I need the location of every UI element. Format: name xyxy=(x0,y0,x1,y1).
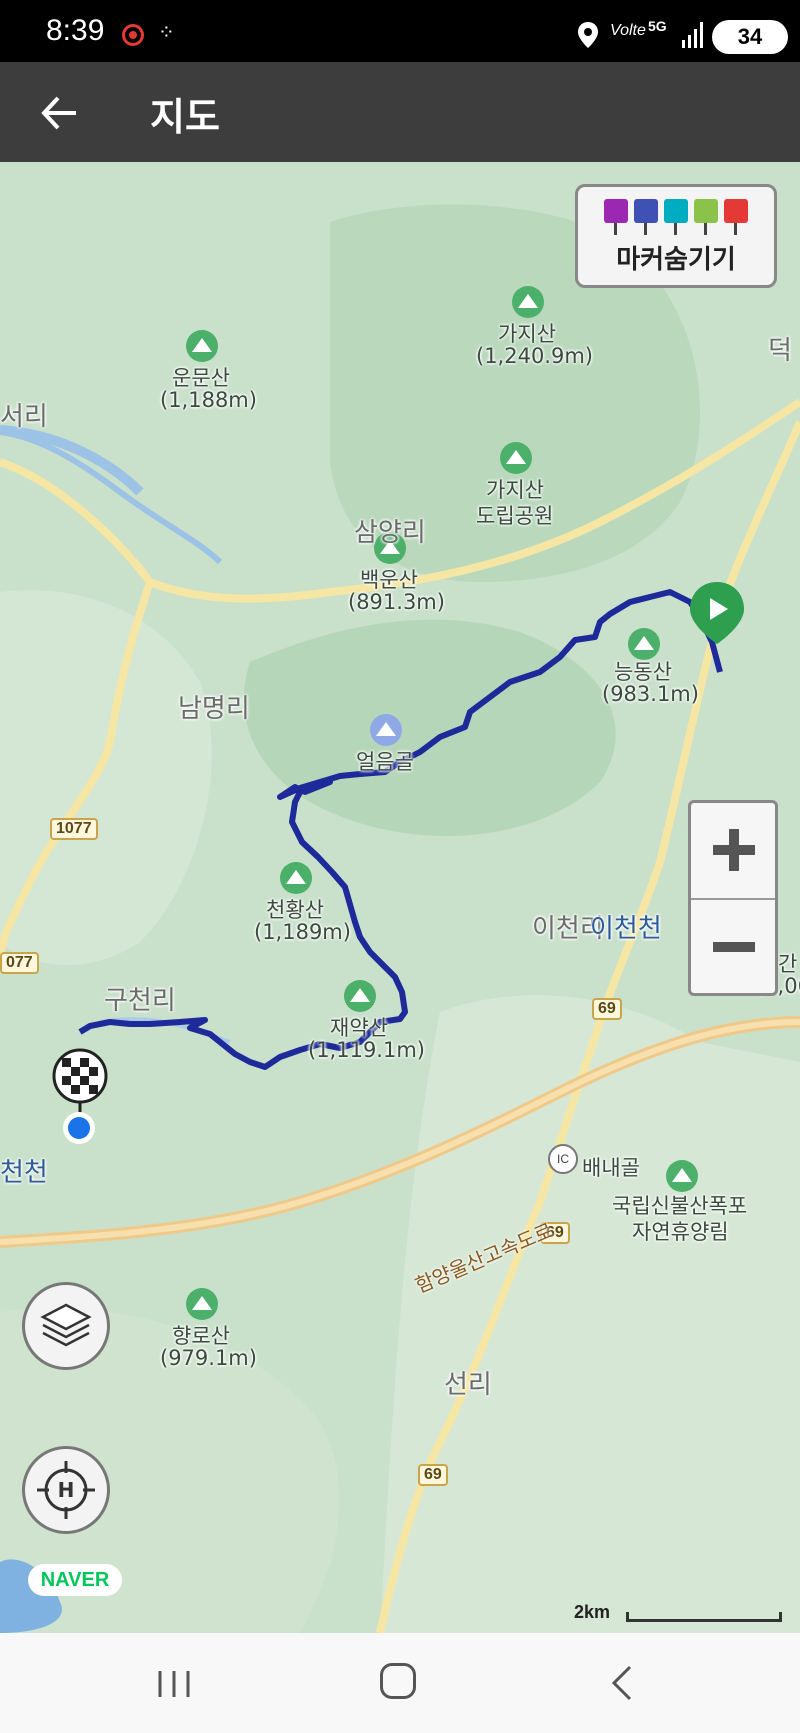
map-view[interactable]: 가지산 (1,240.9m) 운문산 (1,188m) 가지산 도립공원 백운산… xyxy=(0,162,800,1633)
road-number: 077 xyxy=(0,952,39,974)
mountain-height: (983.1m) xyxy=(602,682,699,706)
my-location-button[interactable]: H xyxy=(22,1446,110,1534)
village-label: 구천리 xyxy=(104,986,176,1016)
park-icon xyxy=(500,442,532,474)
memo-icon xyxy=(694,199,718,223)
mountain-icon xyxy=(186,1288,218,1320)
status-time: 8:39 xyxy=(46,14,105,47)
layers-button[interactable] xyxy=(22,1282,110,1370)
forest-icon xyxy=(666,1160,698,1192)
volte-indicator: Volte xyxy=(610,22,646,39)
marker-stem xyxy=(704,223,707,235)
road-number: 1077 xyxy=(50,818,98,840)
plus-icon-vertical xyxy=(729,829,739,871)
location-icon xyxy=(578,22,598,48)
ic-name: 배내골 xyxy=(582,1156,640,1180)
camera-icon xyxy=(604,199,628,223)
flag-icon xyxy=(724,199,748,223)
marker-stem xyxy=(734,223,737,235)
mountain-height: (891.3m) xyxy=(348,590,445,614)
village-label: 덕 xyxy=(768,336,792,366)
minus-icon xyxy=(713,942,755,952)
mountain-icon xyxy=(186,330,218,362)
mountain-height: (979.1m) xyxy=(160,1346,257,1370)
mountain-icon xyxy=(280,862,312,894)
screen-record-icon xyxy=(122,24,144,46)
zoom-control xyxy=(688,800,778,996)
home-icon[interactable] xyxy=(380,1663,416,1699)
layers-icon xyxy=(40,1303,92,1347)
park-type: 도립공원 xyxy=(476,504,554,528)
mountain-height: (1,119.1m) xyxy=(308,1038,425,1062)
mountain-height: (1,189m) xyxy=(254,920,351,944)
river-label: 천천 xyxy=(0,1158,48,1188)
zoom-out-button[interactable] xyxy=(691,900,775,995)
scale-bar xyxy=(626,1612,782,1622)
mountain-height: (1,188m) xyxy=(160,388,257,412)
road-number: 69 xyxy=(592,998,622,1020)
battery-level: 34 xyxy=(712,20,788,54)
status-bar: 8:39 ⁘ Volte 5G 34 xyxy=(0,0,800,62)
ic-badge: IC xyxy=(548,1144,578,1174)
page-title: 지도 xyxy=(150,95,220,139)
system-nav-bar xyxy=(0,1633,800,1733)
village-label: 삼양리 xyxy=(354,518,426,548)
recents-icon[interactable] xyxy=(156,1669,192,1699)
village-label: 서리 xyxy=(0,402,48,432)
forest-type: 자연휴양림 xyxy=(632,1220,729,1244)
poi-label: 얼음골 xyxy=(356,750,414,774)
mountain-height: (1,240.9m) xyxy=(476,344,593,368)
village-label: 선리 xyxy=(444,1370,492,1400)
svg-text:H: H xyxy=(58,1478,75,1502)
scale-label: 2km xyxy=(574,1602,611,1622)
arrow-left-icon[interactable] xyxy=(36,88,86,138)
pin-icon xyxy=(664,199,688,223)
signal-icon xyxy=(682,22,703,48)
naver-logo: NAVER xyxy=(28,1564,122,1596)
target-h-icon: H xyxy=(37,1461,95,1519)
app-bar: 지도 xyxy=(0,62,800,162)
back-icon[interactable] xyxy=(610,1665,634,1701)
mountain-icon xyxy=(512,286,544,318)
marker-toggle-label: 마커숨기기 xyxy=(616,245,736,275)
marker-stem xyxy=(614,223,617,235)
road-number: 69 xyxy=(418,1464,448,1486)
map-terrain xyxy=(0,162,800,1633)
river-label: 이천천 xyxy=(590,914,662,944)
marker-toggle-button[interactable]: 마커숨기기 xyxy=(575,184,777,288)
zoom-in-button[interactable] xyxy=(691,803,775,900)
restroom-icon xyxy=(370,714,402,746)
mountain-icon xyxy=(344,980,376,1012)
marker-stem xyxy=(644,223,647,235)
village-label: 남명리 xyxy=(178,694,250,724)
marker-stem xyxy=(674,223,677,235)
video-icon xyxy=(634,199,658,223)
grid-dots-icon: ⁘ xyxy=(158,20,175,44)
network-type: 5G xyxy=(648,18,667,34)
